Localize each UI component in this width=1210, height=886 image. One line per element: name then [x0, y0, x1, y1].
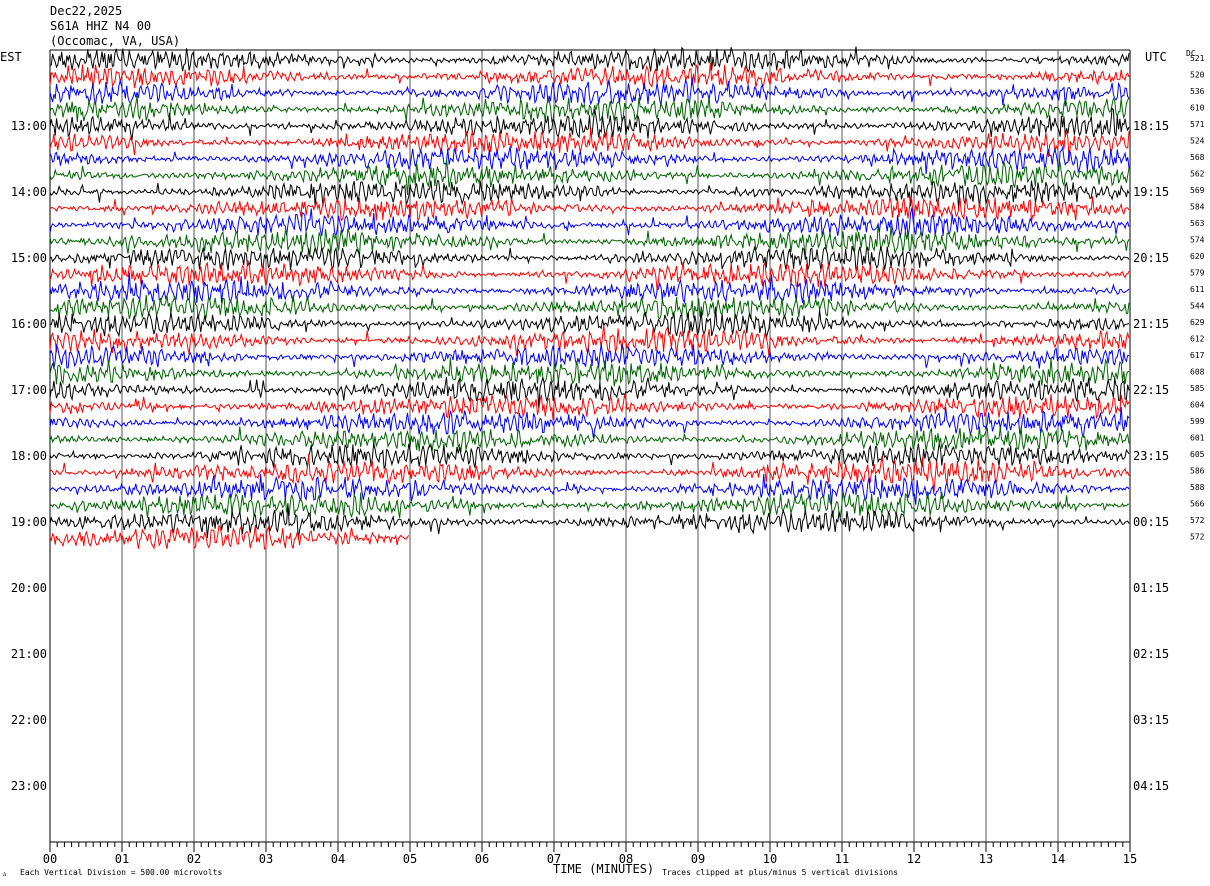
dc-offset-label: 568 — [1190, 153, 1205, 162]
x-tick-label: 02 — [187, 852, 201, 866]
helicorder-plot: 00 01 02 03 04 05 06 07 08 09 10 11 12 13 14 1513:0014:… — [11, 46, 1205, 866]
right-hour-label: 00:15 — [1133, 515, 1169, 529]
left-hour-label: 14:00 — [11, 185, 47, 199]
dc-offset-label: 617 — [1190, 351, 1205, 360]
left-hour-label: 22:00 — [11, 713, 47, 727]
seismic-trace — [49, 376, 1130, 409]
left-hour-label: 18:00 — [11, 449, 47, 463]
left-hour-label: 21:00 — [11, 647, 47, 661]
seismic-trace — [49, 145, 1130, 175]
clip-note: Traces clipped at plus/minus 5 vertical … — [662, 868, 899, 877]
dc-offset-label: 572 — [1190, 533, 1205, 542]
right-hour-label: 19:15 — [1133, 185, 1169, 199]
x-tick-label: 00 — [43, 852, 57, 866]
seismic-trace — [49, 393, 1130, 421]
dc-offset-label: 620 — [1190, 252, 1205, 261]
x-tick-label: 10 — [763, 852, 777, 866]
dc-offset-label: 566 — [1190, 500, 1205, 509]
left-hour-label: 15:00 — [11, 251, 47, 265]
x-tick-label: 13 — [979, 852, 993, 866]
seismic-trace — [49, 207, 1130, 238]
dc-offset-label: 610 — [1190, 104, 1205, 113]
dc-offset-label: 588 — [1190, 483, 1205, 492]
dc-offset-label: 536 — [1190, 87, 1205, 96]
x-tick-label: 04 — [331, 852, 345, 866]
left-hour-label: 16:00 — [11, 317, 47, 331]
right-hour-label: 22:15 — [1133, 383, 1169, 397]
seismic-trace — [49, 357, 1130, 387]
seismic-trace — [49, 294, 1130, 321]
x-axis-title: TIME (MINUTES) — [553, 862, 655, 876]
dc-offset-label: 569 — [1190, 186, 1205, 195]
dc-offset-label: 586 — [1190, 467, 1205, 476]
seismic-trace — [49, 272, 1130, 305]
dc-offset-label: 571 — [1190, 120, 1205, 129]
x-tick-label: 03 — [259, 852, 273, 866]
dc-offset-label: 601 — [1190, 434, 1205, 443]
left-hour-label: 13:00 — [11, 119, 47, 133]
left-hour-label: 17:00 — [11, 383, 47, 397]
dc-offset-label: 612 — [1190, 335, 1205, 344]
seismic-trace — [49, 324, 1130, 357]
scale-note: Each Vertical Division = 500.00 microvol… — [20, 868, 223, 877]
right-hour-label: 18:15 — [1133, 119, 1169, 133]
x-tick-label: 09 — [691, 852, 705, 866]
right-hour-label: 21:15 — [1133, 317, 1169, 331]
dc-offset-label: 611 — [1190, 285, 1205, 294]
dc-offset-label: 599 — [1190, 417, 1205, 426]
x-tick-label: 15 — [1123, 852, 1137, 866]
dc-offset-label: 604 — [1190, 401, 1205, 410]
left-hour-label: 23:00 — [11, 779, 47, 793]
right-hour-label: 03:15 — [1133, 713, 1169, 727]
seismic-trace — [49, 524, 410, 550]
dc-offset-label: 563 — [1190, 219, 1205, 228]
x-tick-label: 12 — [907, 852, 921, 866]
right-hour-label: 23:15 — [1133, 449, 1169, 463]
seismic-trace — [49, 343, 1130, 369]
left-hour-label: 20:00 — [11, 581, 47, 595]
x-tick-label: 01 — [115, 852, 129, 866]
x-tick-label: 05 — [403, 852, 417, 866]
dc-offset-label: 521 — [1190, 54, 1205, 63]
right-hour-label: 02:15 — [1133, 647, 1169, 661]
dc-offset-label: 608 — [1190, 368, 1205, 377]
seismic-trace — [49, 443, 1130, 470]
seismic-trace — [49, 406, 1130, 439]
right-hour-label: 20:15 — [1133, 251, 1169, 265]
dc-offset-label: 544 — [1190, 302, 1205, 311]
seismic-trace — [49, 491, 1130, 519]
dc-offset-label: 629 — [1190, 318, 1205, 327]
dc-offset-label: 574 — [1190, 236, 1205, 245]
right-hour-label: 01:15 — [1133, 581, 1169, 595]
dc-offset-label: 572 — [1190, 516, 1205, 525]
seismic-trace — [49, 225, 1130, 259]
x-tick-label: 11 — [835, 852, 849, 866]
right-hour-label: 04:15 — [1133, 779, 1169, 793]
dc-offset-label: 562 — [1190, 170, 1205, 179]
dc-offset-label: 579 — [1190, 269, 1205, 278]
seismic-trace — [49, 107, 1130, 141]
dc-offset-label: 584 — [1190, 203, 1205, 212]
dc-offset-label: 605 — [1190, 450, 1205, 459]
dc-offset-label: 520 — [1190, 71, 1205, 80]
dc-offset-label: 524 — [1190, 137, 1205, 146]
dc-offset-label: 585 — [1190, 384, 1205, 393]
left-hour-label: 19:00 — [11, 515, 47, 529]
station-logo-mark: ✰ — [2, 869, 7, 878]
seismic-trace — [49, 426, 1130, 453]
x-tick-label: 06 — [475, 852, 489, 866]
x-tick-label: 14 — [1051, 852, 1065, 866]
